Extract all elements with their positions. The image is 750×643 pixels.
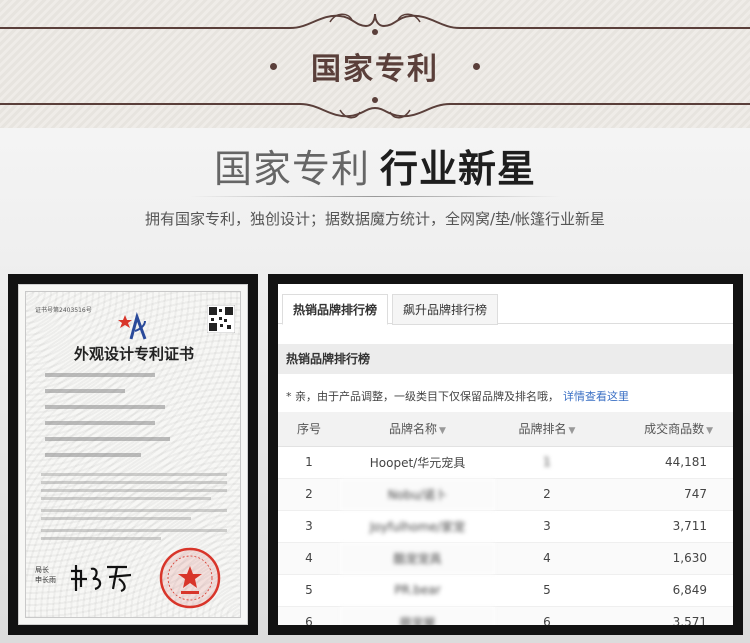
certificate-body-line: [41, 497, 211, 500]
banner-dot-right-icon: [473, 63, 480, 70]
sort-icon[interactable]: ▼: [706, 426, 713, 436]
column-header-index: 序号: [278, 412, 340, 447]
certificate-title: 外观设计专利证书: [73, 345, 194, 363]
table-header-row: 序号 品牌名称 ▼ 品牌排名 ▼ 成交商品数 ▼: [278, 412, 733, 447]
tab-hot-brands[interactable]: 热销品牌排行榜: [282, 294, 389, 325]
certificate-body-line: [41, 481, 227, 484]
signature-title-line-2: 申长雨: [35, 576, 56, 584]
row-brand[interactable]: Nobu/诺卜: [340, 478, 495, 511]
signature-title-line-1: 局长: [35, 566, 49, 574]
banner-title: 国家专利: [311, 52, 439, 87]
tagline: 拥有国家专利，独创设计；据数据魔方统计，全网窝/垫/帐篷行业新星: [144, 210, 606, 228]
notice-details-link[interactable]: 详情查看这里: [563, 390, 629, 403]
column-header-index-label: 序号: [296, 422, 321, 437]
column-header-rank-label: 品牌排名: [518, 422, 567, 437]
qr-code-icon: [207, 305, 235, 333]
certificate-number: 证书号第2403516号: [35, 307, 92, 314]
headline-part1: 国家专利: [213, 147, 370, 191]
row-brand[interactable]: 酷宠宠具: [340, 542, 495, 575]
row-index: 2: [278, 478, 340, 511]
top-ornament-icon: [0, 13, 750, 35]
tab-rising-brands[interactable]: 飙升品牌排行榜: [392, 294, 499, 325]
ranking-tabbar: 热销品牌排行榜 飙升品牌排行榜: [278, 284, 733, 325]
headline: 国家专利 行业新星: [0, 138, 750, 193]
top-banner: 国家专利: [0, 0, 750, 128]
certificate-field-line: [45, 389, 125, 393]
row-index: 4: [278, 542, 340, 575]
certificate-field-line: [45, 437, 170, 441]
column-header-count[interactable]: 成交商品数 ▼: [599, 412, 733, 447]
row-count: 747: [599, 478, 733, 511]
sort-icon[interactable]: ▼: [569, 426, 576, 436]
signature-label: 局长 申长雨: [35, 565, 56, 585]
headline-divider: [190, 196, 560, 197]
certificate-field-line: [45, 405, 165, 409]
notice-text: * 亲，由于产品调整，一级类目下仅保留品牌及排名哦， 详情查看这里: [286, 388, 629, 404]
row-index: 1: [278, 446, 340, 479]
table-row[interactable]: 3 Joyfulhome/家宠 3 3,711: [278, 510, 733, 543]
ranking-table: 序号 品牌名称 ▼ 品牌排名 ▼ 成交商品数 ▼ 1 Hoopet/华元宠具 1 44…: [278, 412, 733, 625]
table-row[interactable]: 6 萌宠屋 6 3,571: [278, 606, 733, 625]
row-rank: 3: [495, 510, 599, 543]
certificate-body-line: [41, 529, 227, 532]
notice-message: * 亲，由于产品调整，一级类目下仅保留品牌及排名哦，: [286, 390, 559, 403]
row-brand[interactable]: Hoopet/华元宠具: [340, 446, 495, 479]
row-rank: 2: [495, 478, 599, 511]
certificate-body-line: [41, 517, 191, 520]
column-header-brand-label: 品牌名称: [389, 422, 438, 437]
official-seal-icon: [159, 547, 221, 609]
column-header-brand[interactable]: 品牌名称 ▼: [340, 412, 495, 447]
row-count: 6,849: [599, 574, 733, 607]
row-count: 3,571: [599, 606, 733, 625]
row-brand[interactable]: Joyfulhome/家宠: [340, 510, 495, 543]
certificate-field-line: [45, 373, 155, 377]
row-rank: 1: [495, 446, 599, 479]
row-count: 3,711: [599, 510, 733, 543]
column-header-rank[interactable]: 品牌排名 ▼: [495, 412, 599, 447]
row-index: 6: [278, 606, 340, 625]
certificate-body-line: [41, 537, 161, 540]
row-index: 3: [278, 510, 340, 543]
table-row[interactable]: 2 Nobu/诺卜 2 747: [278, 478, 733, 511]
certificate-body-line: [41, 473, 227, 476]
sort-icon[interactable]: ▼: [439, 426, 446, 436]
ranking-panel: 热销品牌排行榜 飙升品牌排行榜 热销品牌排行榜 * 亲，由于产品调整，一级类目下…: [278, 284, 733, 625]
column-header-count-label: 成交商品数: [644, 422, 705, 437]
table-row[interactable]: 5 PR.bear 5 6,849: [278, 574, 733, 607]
ranking-frame: 热销品牌排行榜 飙升品牌排行榜 热销品牌排行榜 * 亲，由于产品调整，一级类目下…: [268, 274, 743, 635]
headline-part2: 行业新星: [380, 147, 537, 191]
certificate-frame: 证书号第2403516号 外观设计专利证书 局长 申长雨: [8, 274, 258, 635]
row-rank: 4: [495, 542, 599, 575]
bottom-ornament-icon: [0, 97, 750, 119]
table-row[interactable]: 1 Hoopet/华元宠具 1 44,181: [278, 446, 733, 479]
table-row[interactable]: 4 酷宠宠具 4 1,630: [278, 542, 733, 575]
section-title: 热销品牌排行榜: [278, 344, 733, 374]
row-rank: 5: [495, 574, 599, 607]
row-rank: 6: [495, 606, 599, 625]
patent-emblem-icon: [118, 312, 147, 340]
certificate-field-line: [45, 453, 141, 457]
certificate-body-line: [41, 489, 227, 492]
signature-icon: [71, 565, 132, 593]
row-brand[interactable]: PR.bear: [340, 574, 495, 607]
row-count: 44,181: [599, 446, 733, 479]
row-brand[interactable]: 萌宠屋: [340, 606, 495, 625]
certificate-field-line: [45, 421, 155, 425]
certificate-body-line: [41, 509, 227, 512]
row-index: 5: [278, 574, 340, 607]
row-count: 1,630: [599, 542, 733, 575]
patent-certificate-image: 证书号第2403516号 外观设计专利证书 局长 申长雨: [18, 284, 248, 625]
